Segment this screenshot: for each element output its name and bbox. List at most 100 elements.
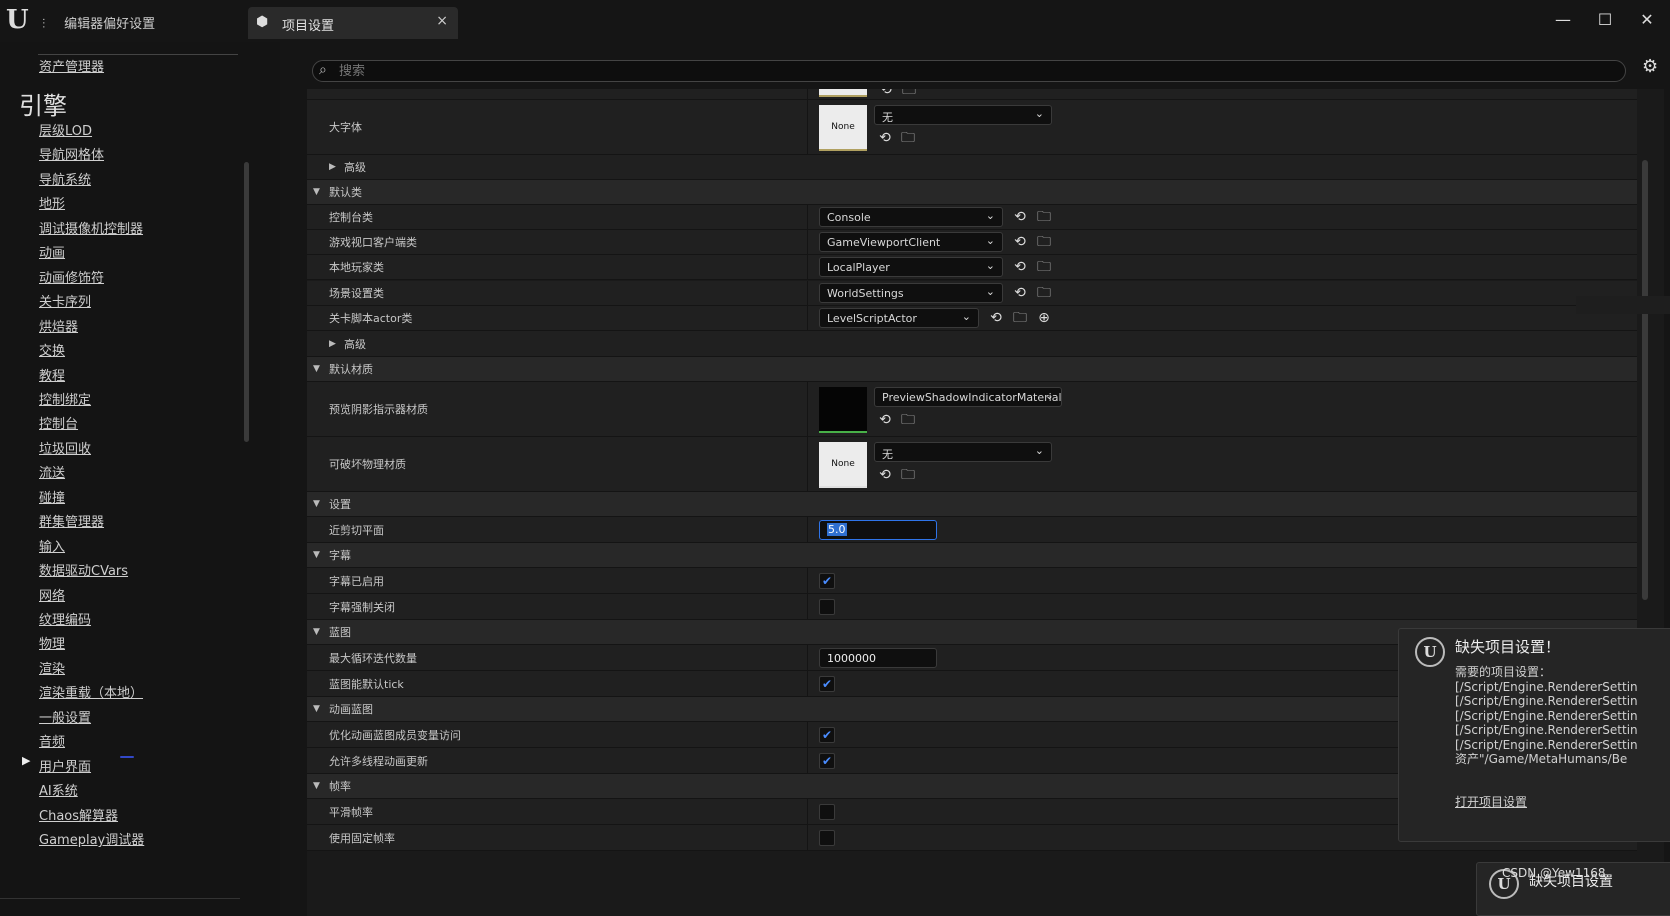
advanced-expander[interactable]: ▶ 高级 — [307, 331, 1637, 357]
tab-close-icon[interactable]: × — [436, 13, 448, 29]
gear-icon[interactable]: ⚙ — [1642, 56, 1658, 77]
window-close-button[interactable]: ✕ — [1632, 10, 1662, 29]
class-picker-combo[interactable]: Console ⌄ — [819, 207, 1003, 227]
sidebar-item[interactable]: 一般设置 — [39, 707, 91, 726]
property-row-class: 本地玩家类 LocalPlayer ⌄ ⟲ 🗀 — [307, 255, 1637, 281]
search-bar[interactable]: ⌕ — [312, 60, 1626, 82]
reset-arrow-icon[interactable]: ⟲ — [1011, 284, 1029, 302]
optimize-anim-access-checkbox[interactable]: ✔ — [819, 727, 835, 743]
category-default-classes[interactable]: ▼ 默认类 — [307, 180, 1637, 205]
advanced-expander[interactable]: ▶ 高级 — [307, 155, 1637, 180]
reset-arrow-icon[interactable]: ⟲ — [1011, 233, 1029, 251]
browse-folder-icon[interactable]: 🗀 — [899, 129, 917, 147]
reset-arrow-icon[interactable]: ⟲ — [1011, 258, 1029, 276]
class-picker-combo[interactable]: WorldSettings ⌄ — [819, 282, 1003, 303]
sidebar-item[interactable]: 地形 — [39, 193, 65, 212]
sidebar-item[interactable]: 导航网格体 — [39, 144, 104, 163]
property-label: 字幕已启用 — [329, 574, 384, 588]
sidebar-item[interactable]: 调试摄像机控制器 — [39, 218, 143, 237]
sidebar-item[interactable]: 纹理编码 — [39, 609, 91, 628]
sidebar-item[interactable]: 关卡序列 — [39, 291, 91, 310]
max-loop-iterations-input[interactable]: 1000000 — [819, 648, 937, 668]
reset-arrow-icon[interactable]: ⟲ — [876, 411, 894, 429]
sliders-icon: ⫶ — [42, 17, 46, 32]
property-label: 使用固定帧率 — [329, 831, 395, 845]
sidebar-item[interactable]: 碰撞 — [39, 487, 65, 506]
sidebar-item[interactable]: 渲染重载（本地） — [39, 682, 143, 701]
sidebar-item[interactable]: 教程 — [39, 365, 65, 384]
sidebar-item[interactable]: 垃圾回收 — [39, 438, 91, 457]
reset-arrow-icon[interactable]: ⟲ — [987, 309, 1005, 327]
browse-folder-icon[interactable]: 🗀 — [1035, 233, 1053, 251]
browse-folder-icon[interactable]: 🗀 — [900, 89, 918, 99]
sidebar-item[interactable]: 控制绑定 — [39, 389, 91, 408]
sidebar-item[interactable]: Chaos解算器 — [39, 805, 118, 824]
sidebar-item[interactable]: 动画 — [39, 242, 65, 261]
sidebar-item[interactable]: 控制台 — [39, 413, 78, 432]
minimize-button[interactable]: — — [1548, 10, 1578, 29]
sidebar-item[interactable]: 数据驱动CVars — [39, 560, 128, 579]
class-picker-combo[interactable]: GameViewportClient ⌄ — [819, 232, 1003, 253]
sidebar-item[interactable]: 输入 — [39, 536, 65, 555]
browse-folder-icon[interactable]: 🗀 — [1035, 258, 1053, 276]
category-subtitles[interactable]: ▼ 字幕 — [307, 543, 1637, 568]
browse-folder-icon[interactable]: 🗀 — [1035, 284, 1053, 302]
sidebar-item[interactable]: 渲染 — [39, 658, 65, 677]
sidebar-item[interactable]: 流送 — [39, 462, 65, 481]
watermark: CSDN @Yew1168 — [1502, 866, 1606, 880]
sidebar-item[interactable]: 音频 — [39, 731, 65, 750]
near-clip-plane-input[interactable]: 5.0 — [819, 520, 937, 540]
asset-thumbnail[interactable] — [819, 89, 867, 97]
sidebar-item[interactable]: Gameplay调试器 — [39, 829, 144, 848]
category-label: 设置 — [329, 498, 351, 511]
class-picker-combo[interactable]: LocalPlayer ⌄ — [819, 257, 1003, 278]
browse-folder-icon[interactable]: 🗀 — [899, 411, 917, 429]
asset-picker-combo[interactable]: PreviewShadowIndicatorMaterial ⌄ — [874, 387, 1062, 407]
category-settings[interactable]: ▼ 设置 — [307, 492, 1637, 517]
sidebar-item[interactable]: 动画修饰符 — [39, 267, 104, 286]
sidebar-scrollbar[interactable] — [244, 162, 249, 442]
sidebar-item[interactable]: 导航系统 — [39, 169, 91, 188]
details-scrollbar[interactable] — [1642, 160, 1648, 600]
search-input[interactable] — [339, 62, 1539, 80]
maximize-button[interactable]: ☐ — [1590, 10, 1620, 29]
fixed-framerate-checkbox[interactable] — [819, 830, 835, 846]
subtitles-force-off-checkbox[interactable] — [819, 599, 835, 615]
asset-thumbnail[interactable]: None — [819, 105, 867, 151]
reset-arrow-icon[interactable]: ⟲ — [877, 89, 895, 99]
property-row-class: 游戏视口客户端类 GameViewportClient ⌄ ⟲ 🗀 — [307, 230, 1637, 256]
reset-arrow-icon[interactable]: ⟲ — [1011, 208, 1029, 226]
sidebar-item[interactable]: 群集管理器 — [39, 511, 104, 530]
browse-folder-icon[interactable]: 🗀 — [899, 466, 917, 484]
smooth-framerate-checkbox[interactable] — [819, 804, 835, 820]
material-thumbnail[interactable] — [819, 387, 867, 433]
reset-arrow-icon[interactable]: ⟲ — [876, 129, 894, 147]
reset-arrow-icon[interactable]: ⟲ — [876, 466, 894, 484]
property-label: 场景设置类 — [329, 286, 384, 300]
asset-thumbnail[interactable]: None — [819, 442, 867, 488]
add-circle-icon[interactable]: ⊕ — [1035, 309, 1053, 327]
property-label: 最大循环迭代数量 — [329, 651, 417, 665]
open-project-settings-link[interactable]: 打开项目设置 — [1455, 793, 1527, 810]
blueprint-tick-checkbox[interactable]: ✔ — [819, 676, 835, 692]
category-default-materials[interactable]: ▼ 默认材质 — [307, 357, 1637, 382]
sidebar-item[interactable]: 烘焙器 — [39, 316, 78, 335]
sidebar-item[interactable]: 层级LOD — [39, 120, 92, 139]
sidebar-item[interactable]: 用户界面 — [39, 756, 91, 775]
editor-preferences-tab[interactable]: ⫶ 编辑器偏好设置 — [42, 13, 155, 32]
multithread-anim-checkbox[interactable]: ✔ — [819, 753, 835, 769]
sidebar-item[interactable]: 网络 — [39, 585, 65, 604]
subtitles-enabled-checkbox[interactable]: ✔ — [819, 573, 835, 589]
property-label: 字幕强制关闭 — [329, 600, 395, 614]
sidebar-item[interactable]: 交换 — [39, 340, 65, 359]
chevron-down-icon: ⌄ — [985, 234, 995, 248]
class-picker-combo[interactable]: LevelScriptActor ⌄ — [819, 307, 979, 328]
browse-folder-icon[interactable]: 🗀 — [1011, 309, 1029, 327]
asset-picker-combo[interactable]: 无 ⌄ — [874, 105, 1052, 125]
sidebar-item[interactable]: 物理 — [39, 633, 65, 652]
tab-project-settings[interactable]: ⬢ 项目设置 × — [248, 7, 458, 39]
sidebar-item[interactable]: AI系统 — [39, 780, 78, 799]
sidebar-item-asset-manager[interactable]: 资产管理器 — [39, 56, 104, 75]
browse-folder-icon[interactable]: 🗀 — [1035, 208, 1053, 226]
asset-picker-combo[interactable]: 无 ⌄ — [874, 442, 1052, 462]
